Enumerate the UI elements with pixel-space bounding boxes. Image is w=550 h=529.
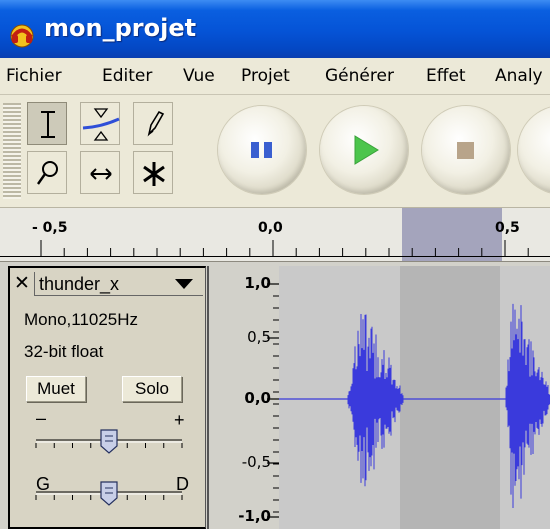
window-title: mon_projet <box>44 14 197 42</box>
track-bit-depth: 32-bit float <box>24 342 104 361</box>
audacity-headphones-icon <box>10 24 34 48</box>
stop-button[interactable] <box>422 106 510 194</box>
pause-icon <box>251 142 272 158</box>
menu-editer[interactable]: Editer <box>102 66 152 86</box>
ruler-baseline <box>0 256 550 257</box>
draw-tool-button[interactable] <box>133 102 173 145</box>
timeline-ruler[interactable]: - 0,5 0,0 0,5 <box>0 208 550 262</box>
play-icon <box>354 135 379 165</box>
menu-fichier[interactable]: Fichier <box>6 66 62 86</box>
track-name-dropdown[interactable]: thunder_x <box>34 272 203 296</box>
menu-vue[interactable]: Vue <box>183 66 215 86</box>
track-area: ✕ thunder_x Mono,11025Hz 32-bit float Mu… <box>0 262 550 529</box>
audacity-window: mon_projet Fichier Editer Vue Projet Gén… <box>0 0 550 529</box>
track-format: Mono,11025Hz <box>24 310 139 329</box>
menu-effet[interactable]: Effet <box>426 66 466 86</box>
menu-projet[interactable]: Projet <box>241 66 290 86</box>
ruler-ticks <box>40 240 529 256</box>
skip-button[interactable] <box>518 106 550 194</box>
waveform[interactable] <box>279 266 550 529</box>
zoom-tool-button[interactable] <box>27 151 67 194</box>
stop-icon <box>457 142 474 159</box>
pan-slider-thumb[interactable] <box>100 481 118 506</box>
time-shift-icon <box>90 168 112 180</box>
track-name-label: thunder_x <box>39 274 120 294</box>
envelope-tool-icon <box>82 108 120 141</box>
multi-tool-button[interactable] <box>133 151 173 194</box>
track-close-button[interactable]: ✕ <box>12 272 32 294</box>
amplitude-scale: 1,0 0,5 0,0 -0,5 -1,0 <box>207 266 281 529</box>
dropdown-arrow-icon <box>175 279 193 289</box>
scale-label-0-5: 0,5 <box>247 328 271 346</box>
title-bar: mon_projet <box>0 0 550 58</box>
gain-slider-thumb[interactable] <box>100 429 118 454</box>
selection-tool-button[interactable] <box>27 102 67 145</box>
pan-slider[interactable] <box>32 474 192 508</box>
time-shift-tool-button[interactable] <box>80 151 120 194</box>
toolbar-grip[interactable] <box>3 103 21 199</box>
scale-label-neg-0-5: -0,5 <box>241 453 271 471</box>
solo-button[interactable]: Solo <box>122 376 182 402</box>
menu-bar: Fichier Editer Vue Projet Générer Effet … <box>0 58 550 95</box>
zoom-magnifier-icon <box>37 161 58 185</box>
scale-label-neg-1-0: -1,0 <box>238 507 271 525</box>
play-button[interactable] <box>320 106 408 194</box>
toolbar <box>0 95 550 208</box>
draw-pencil-icon <box>147 110 165 137</box>
envelope-tool-button[interactable] <box>80 102 120 145</box>
mute-button[interactable]: Muet <box>26 376 86 402</box>
menu-analyse[interactable]: Analy <box>495 66 543 86</box>
pause-button[interactable] <box>218 106 306 194</box>
track-control-panel: ✕ thunder_x Mono,11025Hz 32-bit float Mu… <box>8 266 206 529</box>
gain-slider[interactable] <box>32 422 192 456</box>
menu-generer[interactable]: Générer <box>325 66 394 86</box>
multi-tool-icon <box>143 162 165 186</box>
selection-tool-icon <box>41 111 55 138</box>
scale-label-0-0: 0,0 <box>244 389 271 407</box>
scale-label-1-0: 1,0 <box>244 274 271 292</box>
